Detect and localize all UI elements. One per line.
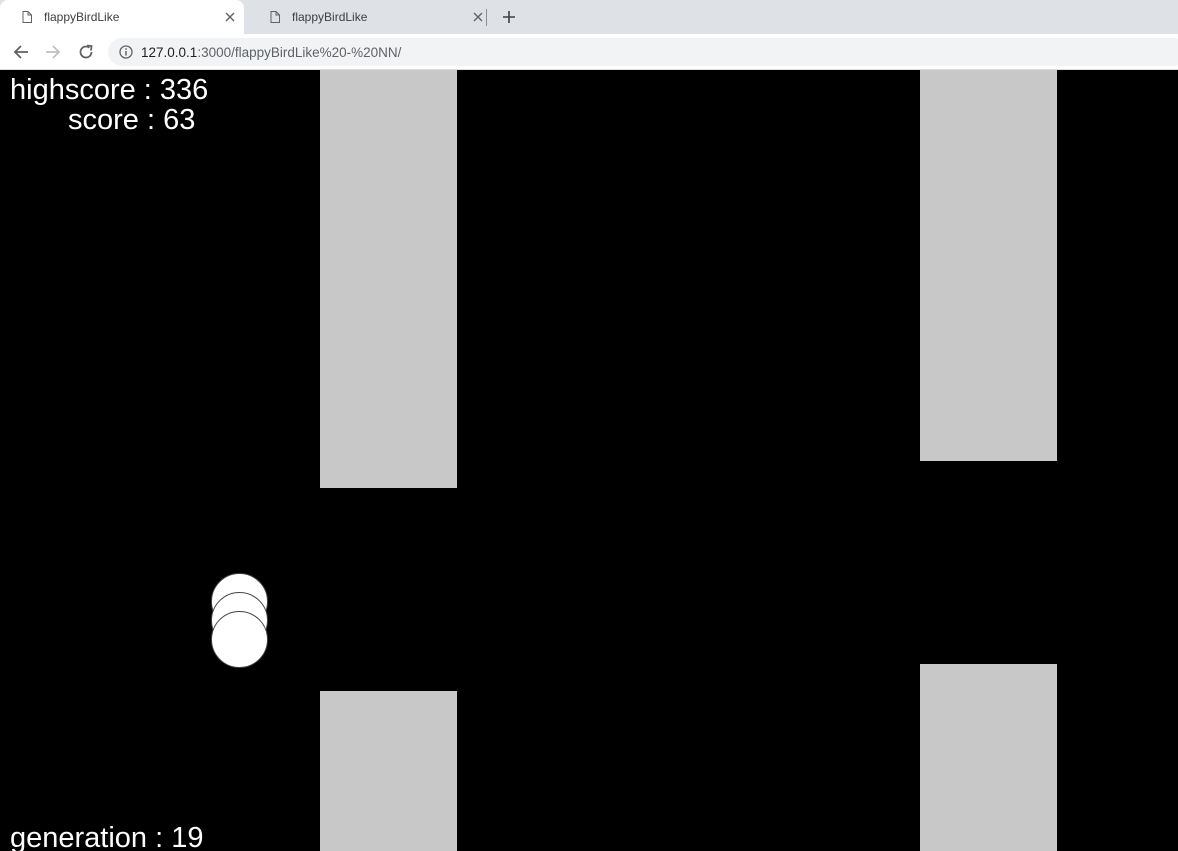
score-label: score : 63 [68, 104, 196, 136]
bird [211, 611, 268, 668]
forward-arrow-icon[interactable] [41, 40, 65, 64]
url-path: :3000/flappyBirdLike%20-%20NN/ [197, 44, 402, 60]
tab-active[interactable]: flappyBirdLike [0, 0, 244, 34]
address-bar[interactable]: 127.0.0.1:3000/flappyBirdLike%20-%20NN/ [108, 38, 1178, 66]
info-icon[interactable] [119, 45, 133, 59]
reload-icon[interactable] [74, 40, 98, 64]
tab-separator [486, 9, 487, 26]
page-icon [270, 11, 280, 23]
tab-inactive[interactable]: flappyBirdLike [248, 0, 492, 34]
pipe-top [920, 70, 1057, 461]
pipe-bottom [320, 691, 457, 851]
tab-strip: flappyBirdLike flappyBirdLike [0, 0, 1178, 34]
tab-title: flappyBirdLike [292, 10, 368, 24]
page-icon [22, 11, 32, 23]
close-icon[interactable] [222, 9, 238, 25]
new-tab-icon[interactable] [498, 6, 520, 28]
pipe-bottom [920, 664, 1057, 851]
pipe-top [320, 70, 457, 488]
game-canvas[interactable]: highscore : 336 score : 63 generation : … [0, 70, 1178, 851]
generation-label: generation : 19 [10, 822, 204, 851]
back-arrow-icon[interactable] [9, 40, 33, 64]
close-icon[interactable] [470, 9, 486, 25]
highscore-label: highscore : 336 [10, 74, 209, 106]
url-host: 127.0.0.1 [141, 44, 198, 60]
browser-toolbar: 127.0.0.1:3000/flappyBirdLike%20-%20NN/ [0, 34, 1178, 70]
tab-title: flappyBirdLike [44, 10, 120, 24]
